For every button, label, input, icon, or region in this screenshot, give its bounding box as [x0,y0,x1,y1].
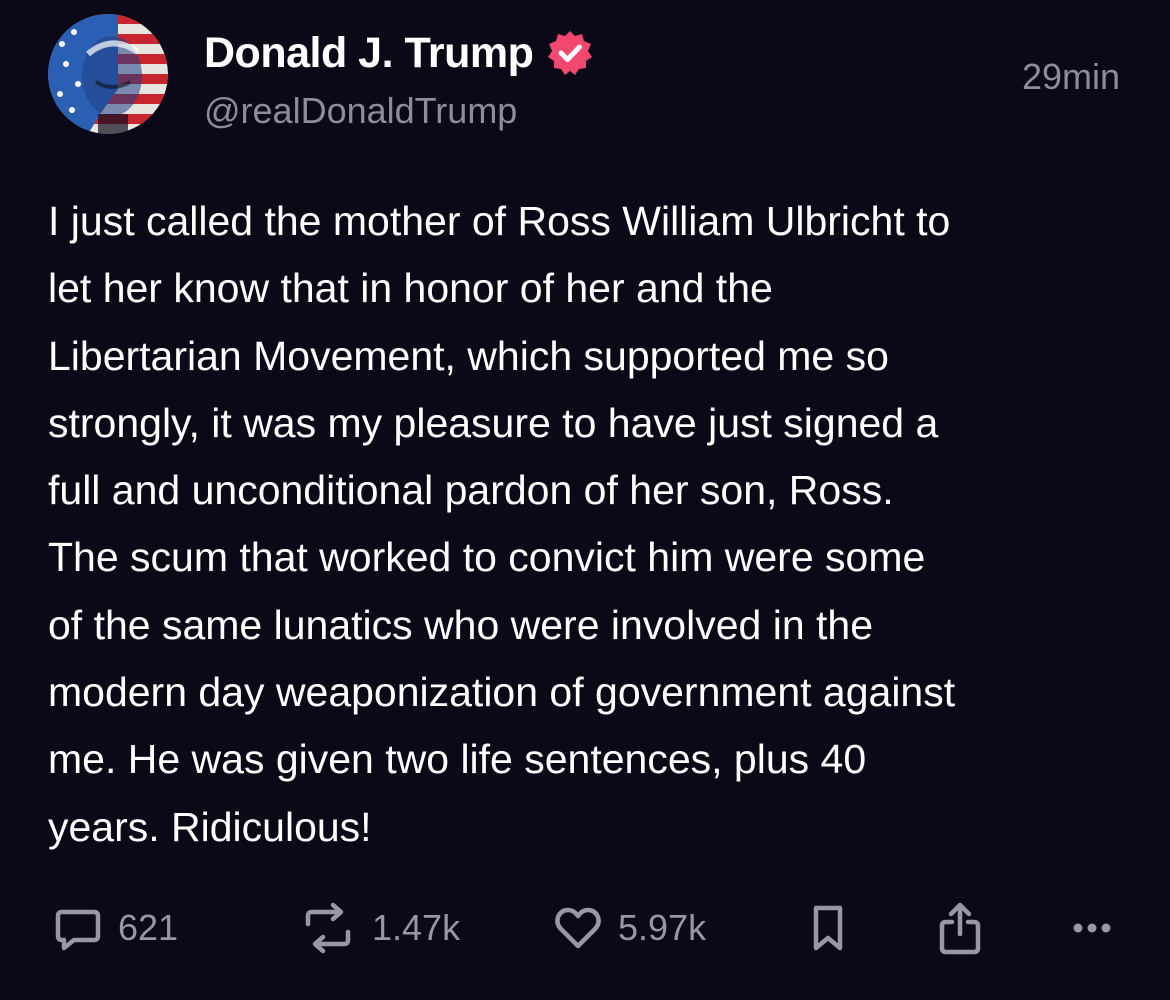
like-count: 5.97k [618,907,707,948]
more-options-button[interactable] [1066,896,1118,960]
bookmark-icon [804,902,852,954]
reply-button[interactable]: 621 [52,896,178,960]
comment-icon [52,902,104,954]
verified-badge-icon [545,28,595,78]
repost-count: 1.47k [372,907,461,948]
author-row: Donald J. Trump [204,28,595,78]
more-icon [1066,902,1118,954]
repost-button[interactable]: 1.47k [298,896,460,960]
heart-icon [552,902,604,954]
author-handle[interactable]: @realDonaldTrump [204,90,517,132]
bookmark-button[interactable] [804,896,852,960]
share-icon [934,900,986,956]
post-text: I just called the mother of Ross William… [48,198,956,850]
action-bar: 621 1.47k 5.97k [0,896,1170,960]
reply-count: 621 [118,907,179,948]
avatar[interactable] [48,14,168,134]
share-button[interactable] [934,896,986,960]
avatar-image [48,14,168,134]
display-name[interactable]: Donald J. Trump [204,29,534,78]
like-button[interactable]: 5.97k [552,896,706,960]
post-card: Donald J. Trump @realDonaldTrump 29min I… [0,0,1170,1000]
repost-icon [298,902,358,954]
post-timestamp[interactable]: 29min [1022,56,1120,98]
